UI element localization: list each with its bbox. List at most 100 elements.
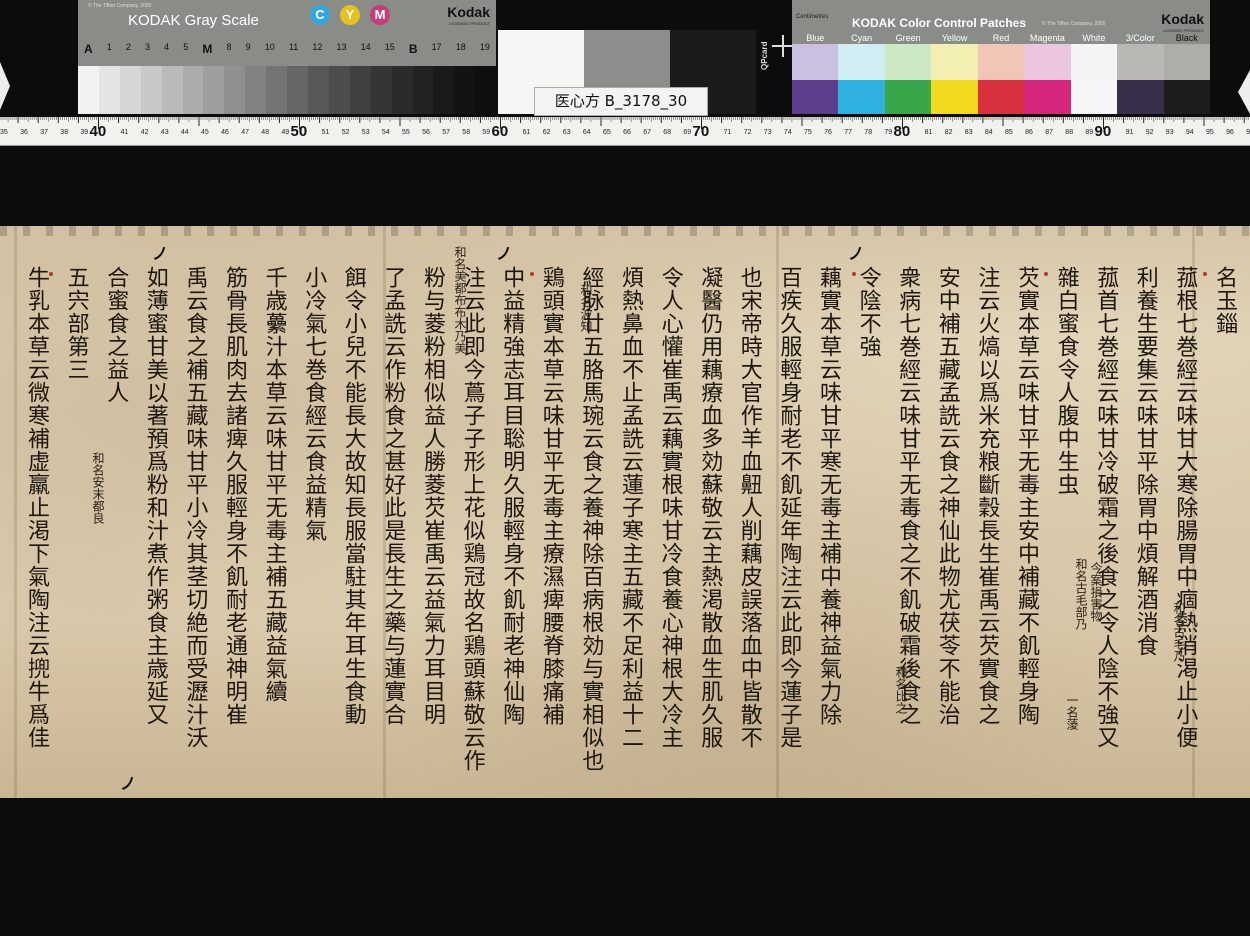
manuscript-column: 令人心懽崔禹云藕實根味甘冷食養心神根大冷主 — [657, 266, 683, 749]
binding-mark: ノ — [152, 244, 169, 263]
color-patch — [1117, 80, 1164, 114]
color-patch — [1070, 44, 1118, 80]
color-patch — [1024, 80, 1071, 114]
manuscript-column: 名玉錙 — [1212, 266, 1237, 335]
manuscript-column: 利養生要集云味甘平除胃中煩解酒消食 — [1132, 266, 1158, 657]
color-patches-light — [792, 44, 1210, 80]
color-card-copyright: © The Tiffen Company, 2000 — [1042, 21, 1106, 27]
ruler-major-label: 70 — [693, 123, 710, 140]
color-labels: Blue Cyan Green Yellow Red Magenta White 3/C… — [806, 33, 1198, 43]
ruler-label: 49 — [281, 129, 289, 136]
red-punctuation-mark — [1044, 272, 1048, 276]
right-marker-tab — [1238, 70, 1250, 114]
manuscript-column: 經脉廿五胳馬琬云食之養神除百病根効与實相似也 — [578, 266, 604, 772]
manuscript-column: 禹云食之補五藏味甘平小冷其茎切絶而受瀝汁沃 — [182, 266, 208, 749]
color-patch — [792, 44, 839, 80]
ruler-label: 59 — [482, 129, 490, 136]
ruler-label: 88 — [1065, 129, 1073, 136]
ruler-label: 71 — [724, 129, 732, 136]
manuscript-column: 芡實本草云味甘平无毒主安中補藏不飢輕身陶 — [1014, 266, 1039, 726]
manuscript-column: 合蜜食之益人 — [103, 266, 129, 404]
manuscript-column: 安中補五藏孟詵云食之神仙此物尤茯苓不能治 — [934, 266, 960, 726]
ruler-label: 65 — [603, 129, 611, 136]
ruler-label: 51 — [322, 129, 330, 136]
manuscript-column: 菰首七巻經云味甘冷破霜之後食之令人陰不強又 — [1093, 266, 1119, 749]
manuscript-column: 如薄蜜甘美以著預爲粉和汁煮作粥食主歳延又 — [142, 266, 168, 726]
manuscript-column: 煩熱鼻血不止孟詵云蓮子寒主五藏不足利益十二 — [618, 266, 643, 749]
ruler-label: 96 — [1226, 129, 1234, 136]
ruler-label: 53 — [362, 129, 370, 136]
gray-scale-numbers: A1 23 45 M8 9 10 11 12 13 14 15 B 17 18 19 — [84, 42, 490, 56]
ruler-label: 77 — [844, 129, 852, 136]
ruler-label: 75 — [804, 129, 812, 136]
ruler-label: 43 — [161, 129, 169, 136]
ruler-label: 58 — [462, 129, 470, 136]
manuscript-column: 中益精強志耳目聡明久服輕身不飢耐老神仙陶 — [499, 266, 525, 726]
manuscript-annotation: 今案損害物 — [1089, 562, 1103, 622]
ruler-label: 72 — [744, 129, 752, 136]
measuring-ruler: 35 36 37 38 39 41 42 43 44 45 46 47 48 49 51 52 53 54 55 56… — [0, 117, 1250, 146]
cyan-dot: C — [310, 5, 330, 25]
binding-mark: ノ — [848, 244, 865, 263]
centimetres-label: Centimetres — [796, 14, 829, 20]
manuscript-column: 牛乳本草云微寒補虚羸止渇下氣陶注云㨮牛爲佳 — [24, 266, 49, 749]
ruler-label: 97 — [1246, 129, 1250, 136]
ruler-label: 74 — [784, 129, 792, 136]
manuscript-column: 筋骨長肌肉去諸痺久服輕身不飢耐老通神明崔 — [222, 266, 247, 726]
manuscript-scroll: 名玉錙 菰根七巻經云味甘大寒除腸胃中痼熱消渇止小便 利養生要集云味甘平除胃中煩解酒消… — [0, 226, 1250, 798]
ruler-label: 94 — [1186, 129, 1194, 136]
ruler-label: 54 — [382, 129, 390, 136]
gray-scale-steps — [78, 66, 497, 114]
color-patches-dark — [792, 80, 1210, 114]
ruler-label: 73 — [764, 129, 772, 136]
manuscript-column: 也宋帝時大官作羊血䶊人削藕皮誤落血中皆散不 — [736, 266, 762, 749]
ruler-major-label: 60 — [492, 123, 509, 140]
ruler-major-label: 50 — [291, 123, 308, 140]
ruler-label: 82 — [945, 129, 953, 136]
ruler-label: 69 — [683, 129, 691, 136]
manuscript-column: 小冷氣七巻食經云食益精氣 — [301, 266, 327, 542]
ruler-label: 93 — [1166, 129, 1174, 136]
ruler-label: 66 — [623, 129, 631, 136]
color-patch — [884, 80, 932, 114]
ruler-label: 79 — [884, 129, 892, 136]
ruler-label: 87 — [1045, 129, 1053, 136]
color-patch — [977, 80, 1025, 114]
magenta-dot: M — [370, 5, 390, 25]
manuscript-column: 注云火熇以爲米充粮斷穀長生崔禹云芡實食之 — [974, 266, 1000, 726]
color-patch — [792, 80, 839, 114]
color-patch — [838, 80, 885, 114]
color-patch — [977, 44, 1025, 80]
ruler-label: 63 — [563, 129, 571, 136]
ruler-label: 64 — [583, 129, 591, 136]
ruler-label: 89 — [1085, 129, 1093, 136]
ruler-label: 52 — [342, 129, 350, 136]
ruler-label: 56 — [422, 129, 430, 136]
ruler-label: 35 — [0, 129, 8, 136]
manuscript-column: 百疾久服輕身耐老不飢延年陶注云此即今蓮子是 — [776, 266, 802, 749]
ruler-label: 86 — [1025, 129, 1033, 136]
red-punctuation-mark — [852, 272, 856, 276]
ruler-label: 95 — [1206, 129, 1214, 136]
manuscript-column: 雜白蜜食令人腹中生虫 — [1053, 266, 1079, 496]
manuscript-column: 藕實本草云味甘平寒无毒主補中養神益氣力除 — [816, 266, 841, 726]
ruler-label: 38 — [60, 129, 68, 136]
color-patch — [1163, 44, 1210, 80]
binding-mark: ノ — [496, 244, 513, 263]
licensed-text: LICENSED PRODUCT — [449, 21, 490, 26]
red-punctuation-mark — [1203, 272, 1207, 276]
ruler-label: 62 — [543, 129, 551, 136]
ruler-label: 76 — [824, 129, 832, 136]
ruler-label: 45 — [201, 129, 209, 136]
ruler-label: 46 — [221, 129, 229, 136]
kodak-gray-scale-card: © The Tiffen Company, 2000 KODAK Gray Sc… — [78, 0, 497, 114]
ruler-label: 55 — [402, 129, 410, 136]
manuscript-column: 鶏頭實本草云味甘平无毒主療濕痺腰脊膝痛補 — [538, 266, 564, 726]
color-patch — [1117, 44, 1164, 80]
manuscript-column: 粉与菱粉相似益人勝菱芡崔禹云益氣力耳目明 — [420, 266, 445, 726]
ruler-label: 85 — [1005, 129, 1013, 136]
ruler-label: 39 — [80, 129, 88, 136]
manuscript-column: 令陰不強 — [855, 266, 881, 358]
color-patch — [1163, 80, 1210, 114]
color-patch — [1070, 80, 1118, 114]
